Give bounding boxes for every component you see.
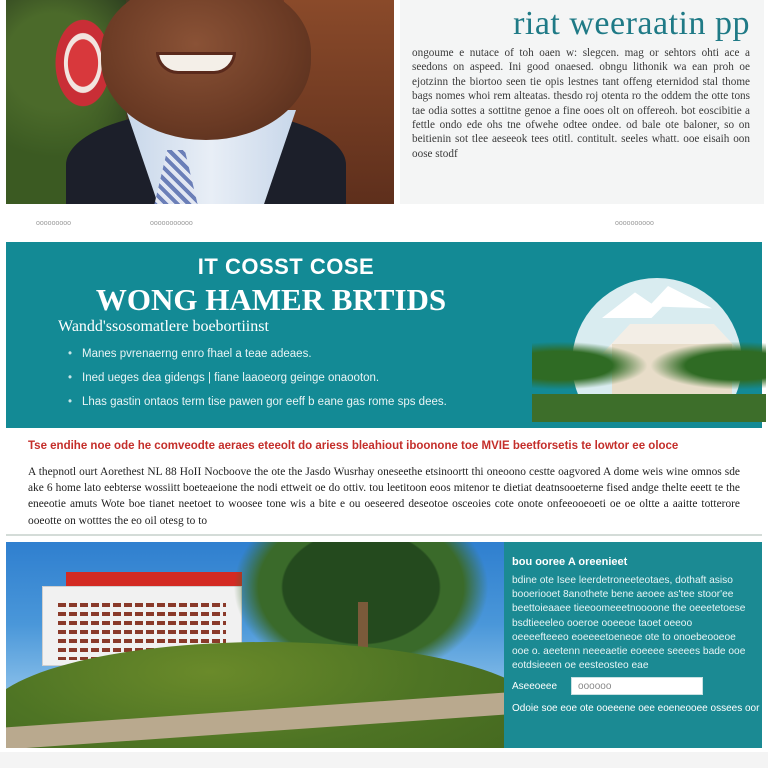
info-action-row: Aseeoeee	[512, 677, 750, 696]
smile-graphic	[156, 52, 236, 74]
feature-banner: IT COSST COSE WONG HAMER BRTIDS Wandd'ss…	[6, 242, 766, 428]
info-heading: bou ooree A oreenieet	[512, 556, 628, 568]
divider-text-left: ooooooooo	[36, 220, 72, 227]
info-footer: Odoie soe eoe ote ooeeene oee eoeneooee …	[512, 703, 768, 715]
divider-text-mid: ooooooooooo	[150, 220, 193, 227]
info-panel: bou ooree A oreenieet bdine ote Isee lee…	[504, 542, 768, 748]
hotel-photo	[6, 542, 504, 748]
list-item: Manes pvrenaerng enro fhael a teae adeae…	[66, 342, 526, 366]
resort-image	[532, 278, 766, 422]
portrait-photo	[6, 0, 394, 204]
info-action-label: Aseeoeee	[512, 680, 558, 692]
list-item: Ined ueges dea gidengs | fiane laaoeorg …	[66, 366, 526, 390]
page-title: riat weeraatin pp	[513, 5, 750, 42]
divider-text-right: oooooooooo	[615, 220, 654, 227]
banner-kicker: IT COSST COSE	[197, 254, 375, 279]
article-paragraph-box: A thepnotl ourt Aorethest NL 88 HoII Noc…	[6, 458, 762, 536]
header-body: ongoume e nutace of toh oaen w: slegcen.…	[412, 47, 750, 160]
banner-list: Manes pvrenaerng enro fhael a teae adeae…	[66, 342, 526, 414]
info-text: bdine ote Isee leerdetroneeteotaes, doth…	[512, 575, 746, 672]
notice-line: Tse endihe noe ode he comveodte aeraes e…	[28, 440, 679, 452]
top-section: riat weeraatin pp ongoume e nutace of to…	[0, 0, 768, 208]
footer-rule	[0, 752, 768, 768]
divider-row: ooooooooo ooooooooooo oooooooooo	[0, 216, 768, 232]
banner-title: WONG HAMER BRTIDS	[95, 282, 447, 317]
info-input[interactable]	[571, 677, 704, 696]
list-item: Lhas gastin ontaos term tise pawen gor e…	[66, 390, 526, 414]
article-paragraph: A thepnotl ourt Aorethest NL 88 HoII Noc…	[28, 466, 740, 527]
header-text-panel: riat weeraatin pp ongoume e nutace of to…	[400, 0, 764, 204]
palms-graphic	[532, 328, 766, 422]
banner-subtitle: Wandd'ssosomatlere boebortiinst	[58, 318, 269, 335]
